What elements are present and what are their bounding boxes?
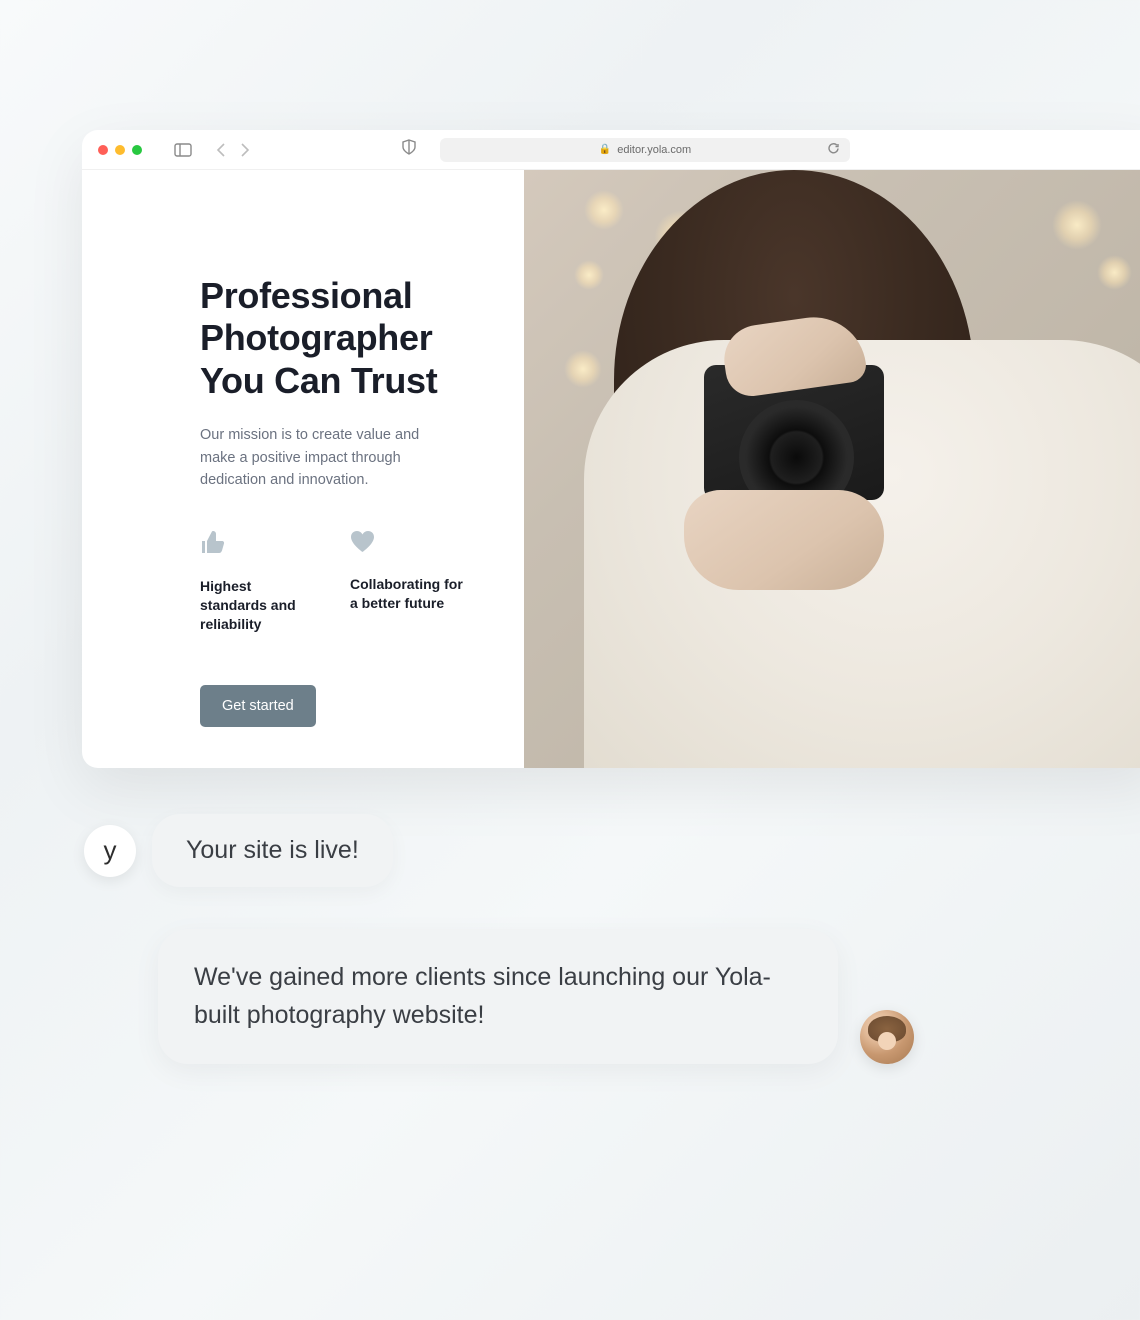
chat-row-user: We've gained more clients since launchin… [158, 929, 954, 1064]
features-row: Highest standards and reliability Collab… [200, 530, 524, 634]
forward-button[interactable] [241, 143, 250, 157]
yola-logo-glyph: y [104, 835, 117, 866]
traffic-lights [98, 145, 142, 155]
back-button[interactable] [216, 143, 225, 157]
feature-quality-label: Highest standards and reliability [200, 577, 320, 634]
chat-bubble-yola: Your site is live! [152, 814, 393, 887]
hero-title-line1: Professional [200, 275, 412, 316]
minimize-window-button[interactable] [115, 145, 125, 155]
sidebar-toggle-icon[interactable] [174, 143, 192, 157]
feature-collaboration-label: Collaborating for a better future [350, 575, 470, 613]
hero-left-panel: Professional Photographer You Can Trust … [82, 170, 524, 768]
thumbs-up-icon [200, 530, 320, 559]
close-window-button[interactable] [98, 145, 108, 155]
user-avatar [860, 1010, 914, 1064]
hero-subtitle: Our mission is to create value and make … [200, 424, 450, 491]
chat-bubble-user: We've gained more clients since launchin… [158, 929, 838, 1064]
get-started-button[interactable]: Get started [200, 685, 316, 727]
maximize-window-button[interactable] [132, 145, 142, 155]
page-content: Professional Photographer You Can Trust … [82, 170, 1140, 768]
hero-title-line2: Photographer [200, 317, 432, 358]
url-text: editor.yola.com [617, 144, 691, 156]
lock-icon: 🔒 [599, 144, 611, 155]
chat-area: y Your site is live! We've gained more c… [84, 814, 954, 1064]
yola-avatar: y [84, 825, 136, 877]
shield-icon[interactable] [402, 139, 416, 160]
nav-arrows [216, 143, 250, 157]
hero-image [524, 170, 1140, 768]
refresh-icon[interactable] [827, 142, 840, 158]
hero-title: Professional Photographer You Can Trust [200, 275, 524, 402]
chat-row-yola: y Your site is live! [84, 814, 954, 887]
feature-quality: Highest standards and reliability [200, 530, 320, 634]
address-bar[interactable]: 🔒 editor.yola.com [440, 138, 850, 162]
browser-window: 🔒 editor.yola.com Professional Photograp… [82, 130, 1140, 768]
feature-collaboration: Collaborating for a better future [350, 530, 470, 634]
browser-chrome: 🔒 editor.yola.com [82, 130, 1140, 170]
heart-icon [350, 530, 470, 557]
hero-title-line3: You Can Trust [200, 360, 437, 401]
